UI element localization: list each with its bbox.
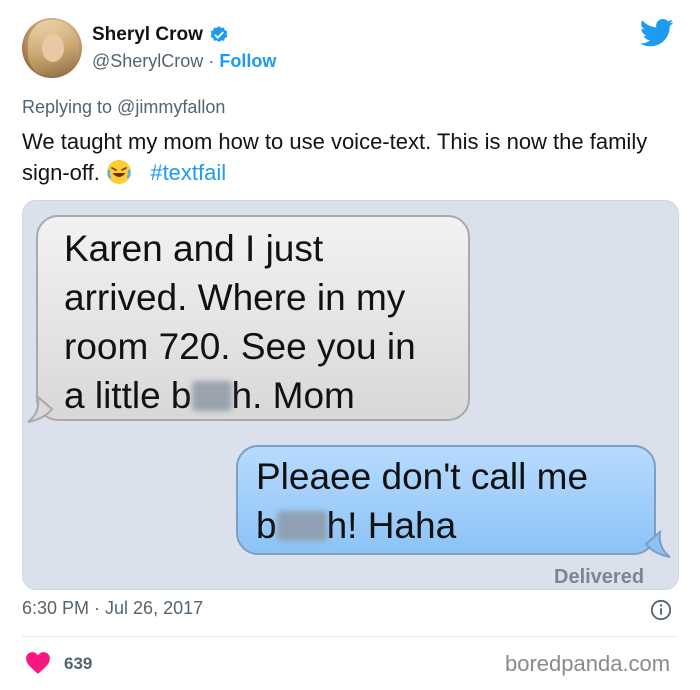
handle-row: @SherylCrow · Follow — [92, 51, 276, 72]
like-count[interactable]: 639 — [64, 654, 92, 674]
incoming-line-4a: a little b — [64, 375, 192, 416]
outgoing-line-1: Pleaee don't call me — [256, 456, 589, 497]
tweet-text: We taught my mom how to use voice-text. … — [22, 126, 682, 188]
outgoing-line-2b: h! Haha — [326, 505, 457, 546]
incoming-line-4b: h. Mom — [231, 375, 355, 416]
incoming-line-4: a little b h. Mom — [64, 371, 464, 420]
follow-button[interactable]: Follow — [219, 51, 276, 71]
incoming-line-3: room 720. See you in — [64, 326, 416, 367]
outgoing-bubble-tail — [644, 530, 671, 558]
incoming-bubble-tail — [27, 395, 54, 423]
replying-to[interactable]: Replying to @jimmyfallon — [22, 97, 225, 118]
watermark: boredpanda.com — [505, 651, 671, 676]
hashtag-link[interactable]: #textfail — [150, 160, 226, 185]
author-name-row[interactable]: Sheryl Crow — [92, 24, 229, 46]
twitter-bird-icon[interactable] — [640, 18, 674, 48]
avatar-face — [42, 34, 64, 62]
incoming-line-1: Karen and I just — [64, 228, 324, 269]
footer-divider — [22, 636, 677, 637]
info-icon[interactable] — [650, 599, 672, 621]
verified-badge-icon — [210, 26, 228, 43]
laughing-emoji-icon — [106, 159, 132, 185]
dot-separator: · — [208, 51, 215, 71]
outgoing-line-2a: b — [256, 505, 277, 546]
author-avatar[interactable] — [22, 18, 82, 78]
outgoing-message-text: Pleaee don't call me b h! Haha — [256, 452, 646, 550]
outgoing-line-2: b h! Haha — [256, 501, 646, 550]
incoming-message-text: Karen and I just arrived. Where in my ro… — [64, 224, 464, 420]
author-handle[interactable]: @SherylCrow — [92, 51, 203, 71]
heart-icon[interactable] — [25, 651, 51, 675]
censor-blur — [191, 381, 232, 411]
author-name[interactable]: Sheryl Crow — [92, 24, 203, 46]
incoming-line-2: arrived. Where in my — [64, 277, 406, 318]
tweet-timestamp[interactable]: 6:30 PM · Jul 26, 2017 — [22, 598, 203, 619]
censor-blur — [276, 511, 327, 541]
delivered-status: Delivered — [554, 566, 645, 588]
